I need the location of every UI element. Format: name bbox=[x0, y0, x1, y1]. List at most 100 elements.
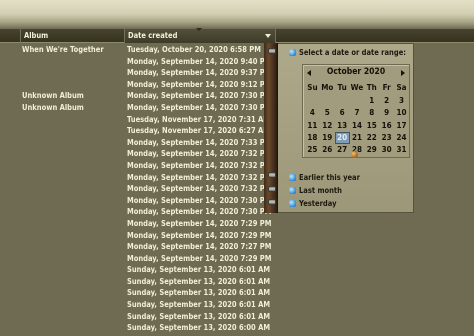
bullet-icon bbox=[289, 174, 296, 181]
table-row[interactable]: Monday, September 14, 2020 7:30 PM bbox=[0, 206, 271, 218]
calendar-day[interactable]: 23 bbox=[379, 132, 394, 144]
table-row[interactable]: Sunday, September 13, 2020 6:01 AM bbox=[0, 287, 270, 299]
calendar-day[interactable]: 4 bbox=[305, 107, 320, 119]
calendar-day[interactable]: 17 bbox=[394, 120, 409, 132]
calendar-day[interactable]: 30 bbox=[379, 144, 394, 156]
column-header-date-created[interactable]: Date created bbox=[124, 29, 276, 43]
next-month-icon[interactable] bbox=[401, 70, 405, 76]
calendar-day[interactable]: 27 bbox=[335, 144, 350, 156]
calendar-day[interactable]: 13 bbox=[335, 120, 350, 132]
calendar-day[interactable]: 24 bbox=[394, 132, 409, 144]
table-row[interactable]: Sunday, September 13, 2020 6:01 AM bbox=[0, 311, 270, 323]
calendar-day[interactable]: 14 bbox=[350, 120, 365, 132]
calendar-day[interactable]: 11 bbox=[305, 120, 320, 132]
calendar-day[interactable]: 21 bbox=[350, 132, 365, 144]
calendar-day[interactable]: 6 bbox=[335, 107, 350, 119]
calendar-day[interactable]: 12 bbox=[320, 120, 335, 132]
calendar-day[interactable]: 7 bbox=[350, 107, 365, 119]
calendar-day[interactable]: 2 bbox=[379, 95, 394, 107]
weekday-label: Sa bbox=[396, 83, 407, 92]
table-row[interactable]: Unknown Album Monday, September 14, 2020 … bbox=[0, 90, 271, 102]
calendar-empty-cell bbox=[320, 95, 335, 107]
table-row[interactable]: Sunday, September 13, 2020 6:01 AM bbox=[0, 264, 270, 276]
table-row[interactable]: Monday, September 14, 2020 7:32 PM bbox=[0, 183, 271, 195]
quick-range-yesterday[interactable]: Yesterday bbox=[299, 199, 336, 208]
calendar-week: 11 12 13 14 15 16 17 bbox=[305, 120, 409, 132]
calendar-day[interactable]: 31 bbox=[394, 144, 409, 156]
bullet-icon bbox=[289, 49, 296, 56]
date-created-cell: Sunday, September 13, 2020 6:01 AM bbox=[127, 300, 271, 310]
table-row[interactable]: When We're Together Tuesday, October 20, … bbox=[0, 44, 262, 56]
table-row[interactable]: Monday, September 14, 2020 7:32 PM bbox=[0, 160, 271, 172]
calendar-empty-cell bbox=[305, 95, 320, 107]
table-row[interactable]: Monday, September 14, 2020 7:29 PM bbox=[0, 253, 271, 265]
calendar-day[interactable]: 5 bbox=[320, 107, 335, 119]
table-row[interactable]: Monday, September 14, 2020 7:32 PM bbox=[0, 148, 271, 160]
date-created-cell: Sunday, September 13, 2020 6:01 AM bbox=[127, 265, 271, 275]
calendar-day[interactable]: 16 bbox=[379, 120, 394, 132]
table-row[interactable]: Monday, September 14, 2020 7:30 PM bbox=[0, 195, 271, 207]
date-created-cell: Monday, September 14, 2020 7:29 PM bbox=[127, 218, 272, 228]
calendar-day[interactable]: 18 bbox=[305, 132, 320, 144]
calendar-empty-cell bbox=[335, 95, 350, 107]
table-row[interactable]: Monday, September 14, 2020 9:40 PM bbox=[0, 56, 271, 68]
date-range-prompt: Select a date or date range: bbox=[299, 48, 406, 57]
calendar-day[interactable]: 15 bbox=[364, 120, 379, 132]
table-row[interactable]: Tuesday, November 17, 2020 7:31 AM bbox=[0, 114, 270, 126]
calendar-day[interactable]: 3 bbox=[394, 95, 409, 107]
date-created-cell: Monday, September 14, 2020 7:32 PM bbox=[127, 160, 272, 170]
table-row[interactable]: Monday, September 14, 2020 9:37 PM bbox=[0, 67, 271, 79]
calendar: October 2020 Su Mo Tu We Th Fr Sa 1 2 3 4 5 6 7 8 9 10 1… bbox=[302, 64, 410, 158]
table-row[interactable]: Sunday, September 13, 2020 6:00 AM bbox=[0, 322, 270, 334]
date-created-cell: Monday, September 14, 2020 7:29 PM bbox=[127, 253, 272, 263]
calendar-empty-cell bbox=[350, 95, 365, 107]
date-created-cell: Tuesday, October 20, 2020 6:58 PM bbox=[127, 45, 261, 54]
calendar-day[interactable]: 9 bbox=[379, 107, 394, 119]
date-created-cell: Monday, September 14, 2020 7:30 PM bbox=[127, 102, 272, 112]
table-row[interactable]: Sunday, September 13, 2020 6:01 AM bbox=[0, 276, 270, 288]
calendar-week: 123 bbox=[305, 95, 409, 107]
date-created-cell: Monday, September 14, 2020 9:12 PM bbox=[127, 79, 272, 89]
quick-range-earlier-this-year[interactable]: Earlier this year bbox=[299, 173, 360, 182]
table-row[interactable]: Sunday, September 13, 2020 6:01 AM bbox=[0, 299, 270, 311]
sort-indicator-icon bbox=[196, 28, 202, 31]
date-created-cell: Tuesday, November 17, 2020 7:31 AM bbox=[127, 114, 270, 124]
date-created-cell: Sunday, September 13, 2020 6:00 AM bbox=[127, 323, 271, 333]
date-created-cell: Monday, September 14, 2020 9:40 PM bbox=[127, 56, 272, 66]
today-marker-icon bbox=[351, 151, 358, 158]
date-created-cell: Monday, September 14, 2020 7:30 PM bbox=[127, 195, 272, 205]
calendar-day[interactable]: 22 bbox=[364, 132, 379, 144]
calendar-day-grid: 1 2 3 4 5 6 7 8 9 10 11 12 13 14 15 16 17 18 19 20 21 22 23 24 2… bbox=[305, 95, 409, 156]
calendar-day[interactable]: 26 bbox=[320, 144, 335, 156]
quick-range-last-month[interactable]: Last month bbox=[299, 186, 342, 195]
table-row[interactable]: Monday, September 14, 2020 7:27 PM bbox=[0, 241, 271, 253]
date-created-cell: Monday, September 14, 2020 7:27 PM bbox=[127, 242, 272, 252]
date-created-cell: Monday, September 14, 2020 7:30 PM bbox=[127, 91, 272, 101]
calendar-day[interactable]: 20 bbox=[334, 131, 350, 145]
chevron-down-icon[interactable] bbox=[265, 34, 271, 38]
calendar-day[interactable]: 19 bbox=[320, 132, 335, 144]
calendar-day[interactable]: 29 bbox=[364, 144, 379, 156]
table-row[interactable]: Monday, September 14, 2020 7:29 PM bbox=[0, 230, 271, 242]
calendar-day[interactable]: 25 bbox=[305, 144, 320, 156]
column-header-album[interactable]: Album bbox=[20, 29, 124, 43]
calendar-day[interactable]: 8 bbox=[364, 107, 379, 119]
date-created-cell: Monday, September 14, 2020 7:30 PM bbox=[127, 207, 272, 217]
calendar-week: 4 5 6 7 8 9 10 bbox=[305, 107, 409, 119]
table-row[interactable]: Unknown Album Monday, September 14, 2020 … bbox=[0, 102, 271, 114]
calendar-day[interactable]: 10 bbox=[394, 107, 409, 119]
weekday-label: Su bbox=[307, 83, 318, 92]
table-row[interactable]: Monday, September 14, 2020 7:29 PM bbox=[0, 218, 271, 230]
date-created-cell: Monday, September 14, 2020 7:29 PM bbox=[127, 230, 272, 240]
column-header-bar: Album Date created bbox=[0, 29, 474, 43]
date-created-cell: Monday, September 14, 2020 7:33 PM bbox=[127, 137, 272, 147]
table-row[interactable]: Monday, September 14, 2020 7:33 PM bbox=[0, 137, 271, 149]
weekday-label: Tu bbox=[337, 83, 347, 92]
table-row[interactable]: Tuesday, November 17, 2020 6:27 AM bbox=[0, 125, 270, 137]
date-created-cell: Tuesday, November 17, 2020 6:27 AM bbox=[127, 126, 270, 136]
ring-icon bbox=[268, 186, 276, 192]
bullet-icon bbox=[289, 200, 296, 207]
calendar-day[interactable]: 1 bbox=[364, 95, 379, 107]
table-row[interactable]: Monday, September 14, 2020 9:12 PM bbox=[0, 79, 271, 91]
table-row[interactable]: Monday, September 14, 2020 7:32 PM bbox=[0, 172, 271, 184]
